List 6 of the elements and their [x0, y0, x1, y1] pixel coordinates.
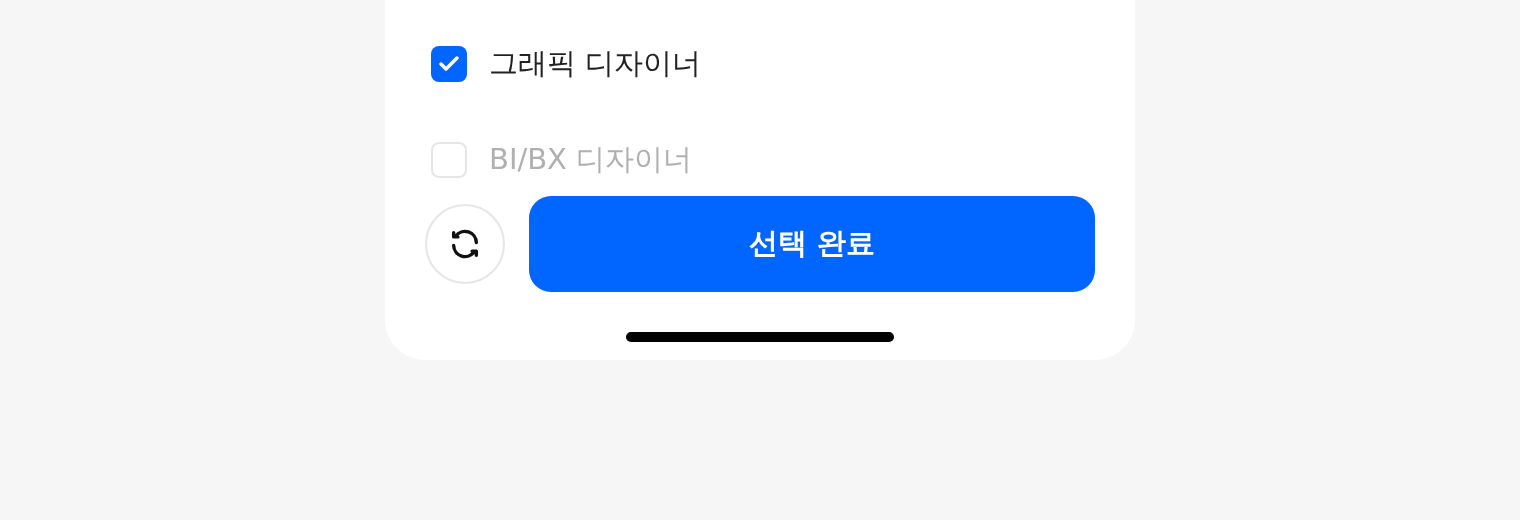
- checkbox[interactable]: [431, 142, 467, 178]
- checkbox[interactable]: [431, 46, 467, 82]
- confirm-button[interactable]: 선택 완료: [529, 196, 1095, 292]
- option-label: 그래픽 디자이너: [489, 45, 702, 83]
- check-icon: [438, 55, 460, 73]
- option-label: BI/BX 디자이너: [489, 141, 693, 179]
